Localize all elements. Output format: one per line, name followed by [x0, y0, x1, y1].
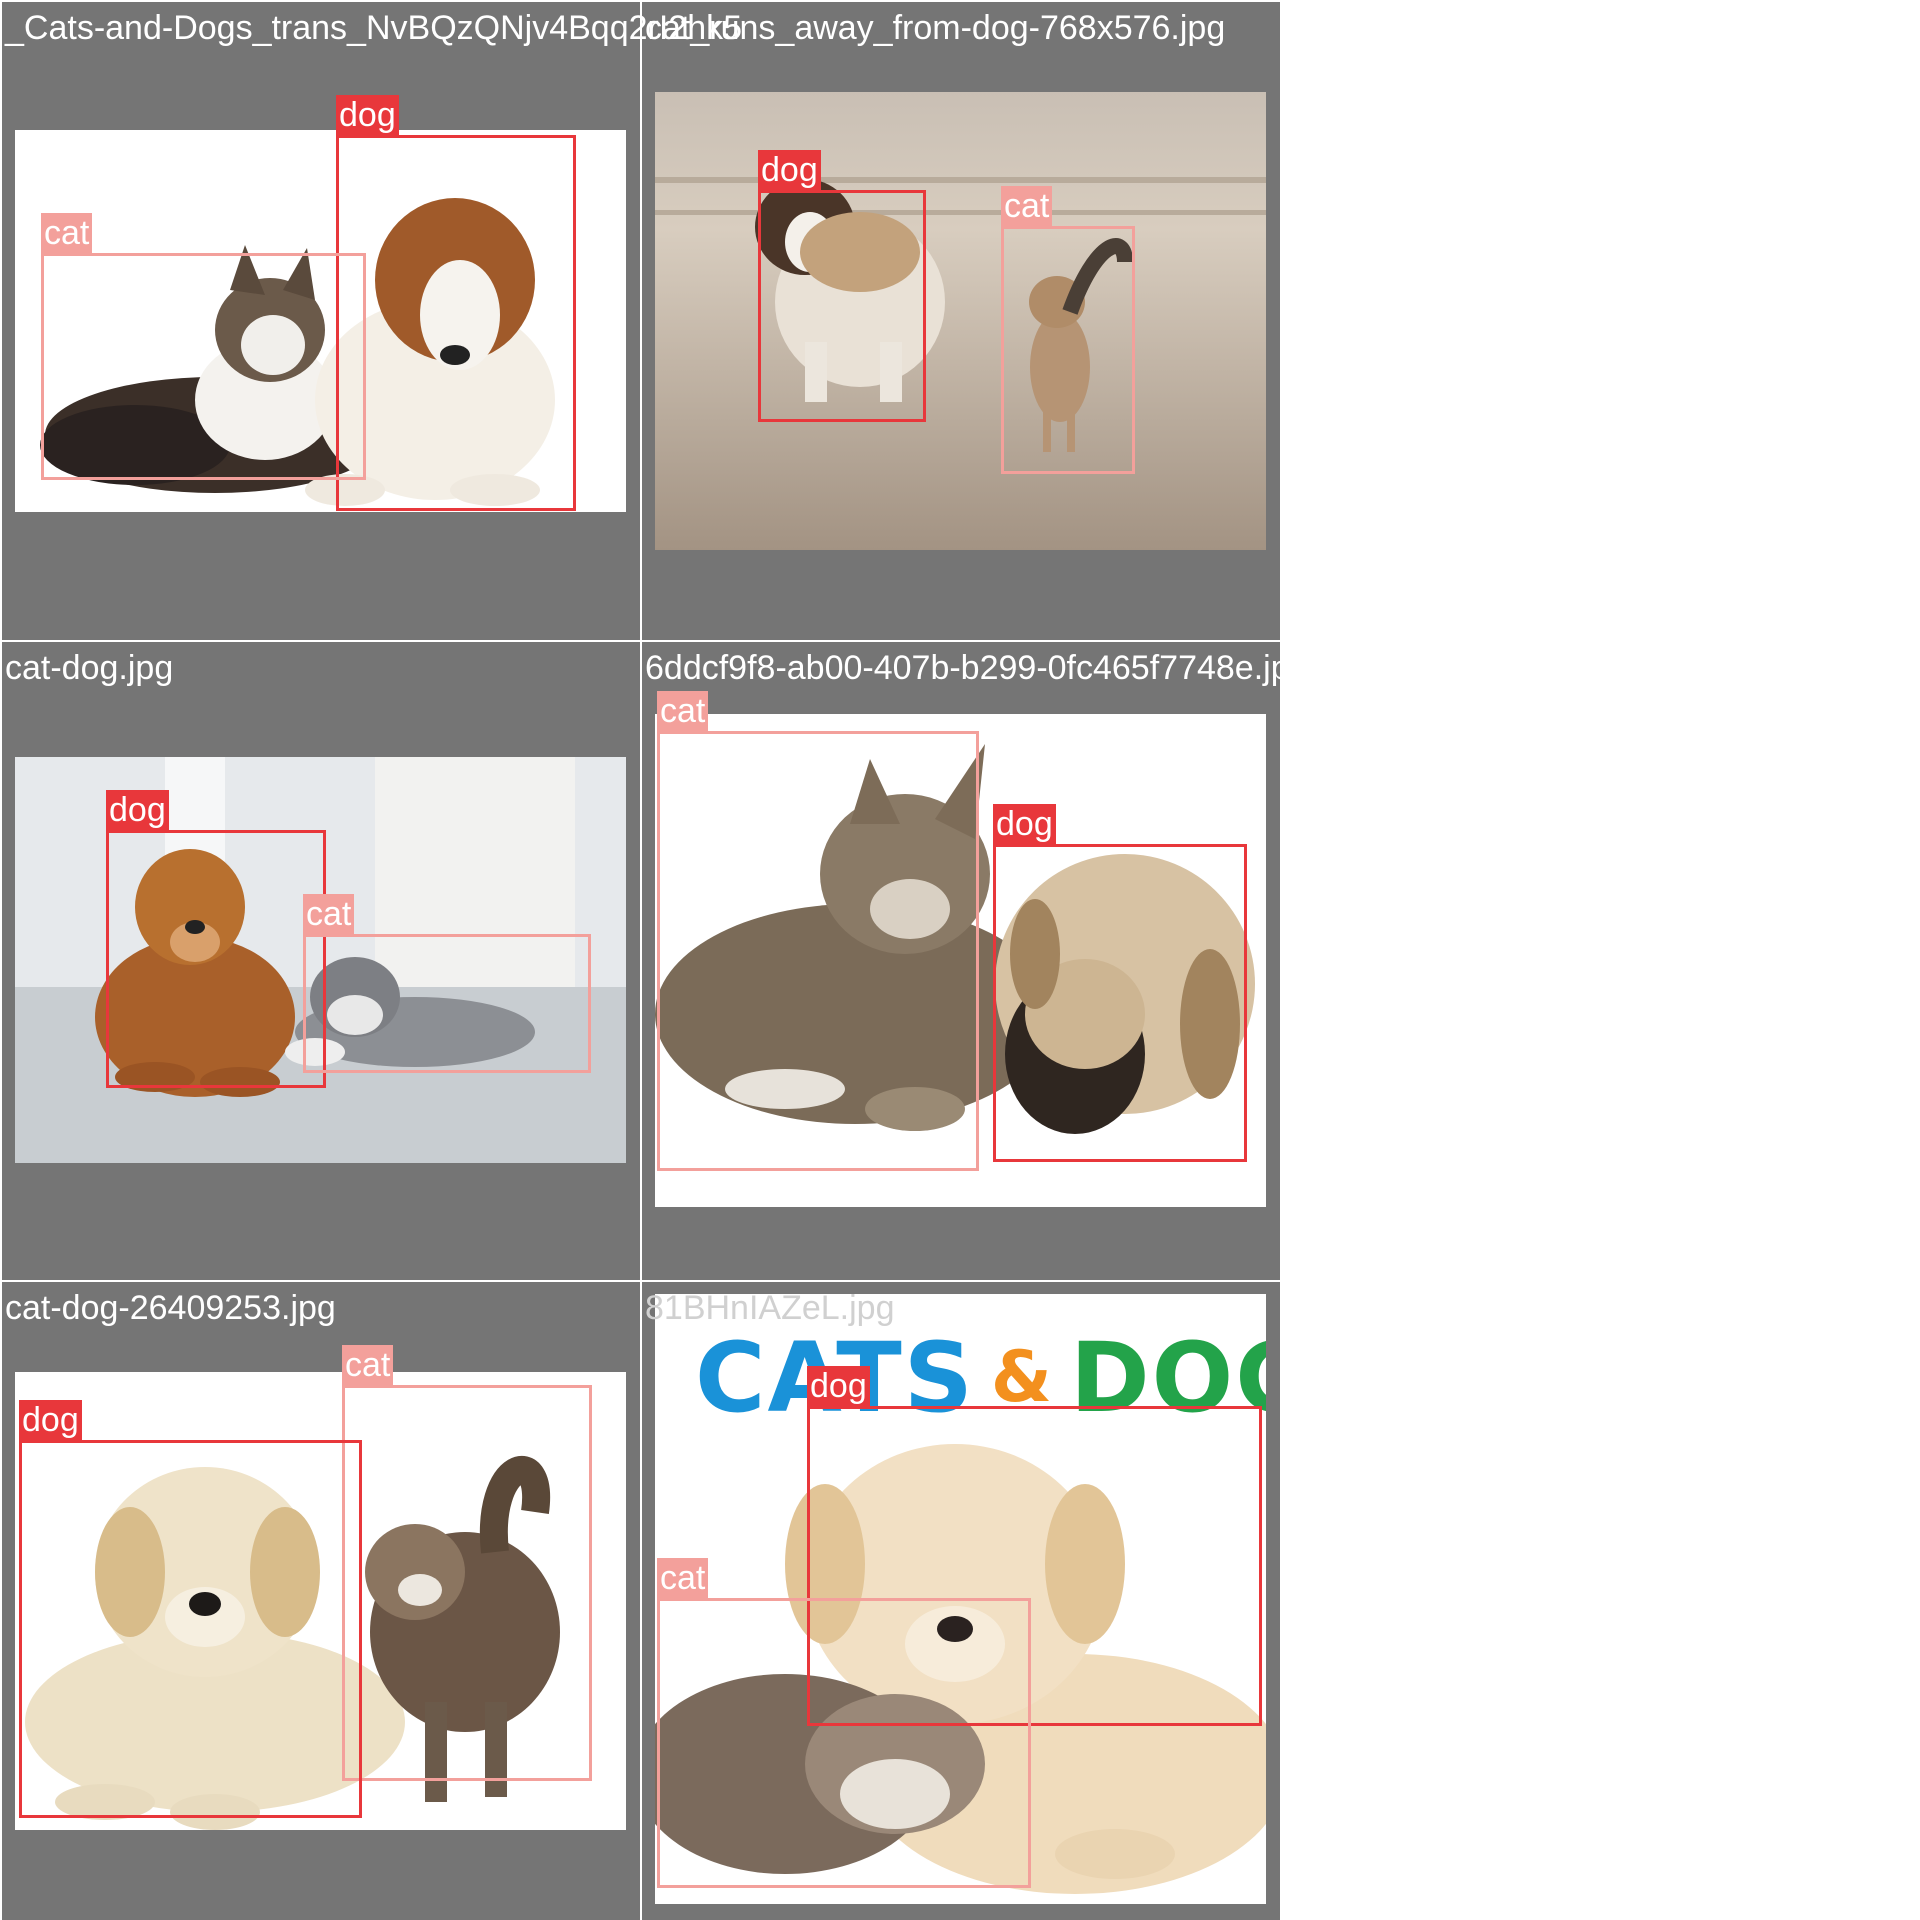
cat-bounding-box: cat — [342, 1345, 592, 1781]
tile-5: cat-dog-26409253.jpg cat dog — [2, 1282, 640, 1920]
cat-bounding-box: cat — [1001, 186, 1135, 474]
tile-2: cat_runs_away_from-dog-768x576.jpg dog c… — [642, 2, 1280, 640]
cat-box-label: cat — [657, 1558, 709, 1598]
cat-box-label: cat — [1001, 186, 1053, 226]
dog-bounding-box: dog — [993, 804, 1247, 1162]
photo-2 — [655, 92, 1266, 550]
dog-box-label: dog — [19, 1400, 82, 1440]
dog-bounding-box: dog — [19, 1400, 362, 1818]
dog-box-label: dog — [336, 95, 399, 135]
tile-3-title: cat-dog.jpg — [5, 649, 174, 687]
tile-5-title: cat-dog-26409253.jpg — [5, 1289, 336, 1327]
dog-box-label: dog — [106, 790, 169, 830]
dog-box-label: dog — [993, 804, 1056, 844]
detection-mosaic: _Cats-and-Dogs_trans_NvBQzQNjv4Bqq2rI2hk… — [0, 0, 1309, 1920]
tile-1-title: _Cats-and-Dogs_trans_NvBQzQNjv4Bqq2rI2hk… — [5, 9, 743, 47]
dog-bounding-box: dog — [758, 150, 926, 422]
cat-box-label: cat — [303, 894, 355, 934]
tile-6: CATS&DOGS 81BHnIAZeL.jpg dog cat — [642, 1282, 1280, 1920]
tile-4: 6ddcf9f8-ab00-407b-b299-0fc465f7748e.jpg… — [642, 642, 1309, 1280]
dog-box-label: dog — [758, 150, 821, 190]
cat-bounding-box: cat — [303, 894, 591, 1073]
cat-box-label: cat — [657, 691, 709, 731]
tile-1: _Cats-and-Dogs_trans_NvBQzQNjv4Bqq2rI2hk… — [2, 2, 742, 640]
dog-box-label: dog — [807, 1366, 870, 1406]
cat-bounding-box: cat — [41, 213, 366, 480]
tile-4-title: 6ddcf9f8-ab00-407b-b299-0fc465f7748e.jpg — [645, 649, 1309, 687]
cat-bounding-box: cat — [657, 691, 979, 1171]
dog-bounding-box: dog — [106, 790, 326, 1088]
cat-box-label: cat — [342, 1345, 394, 1385]
tile-3: cat-dog.jpg dog cat — [2, 642, 640, 1280]
tile-2-title: cat_runs_away_from-dog-768x576.jpg — [645, 9, 1226, 47]
photo-2-illustration — [655, 92, 1266, 550]
tile-6-title: 81BHnIAZeL.jpg — [645, 1289, 895, 1327]
cat-bounding-box: cat — [657, 1558, 1031, 1888]
dog-bounding-box: dog — [336, 95, 576, 511]
cat-box-label: cat — [41, 213, 93, 253]
